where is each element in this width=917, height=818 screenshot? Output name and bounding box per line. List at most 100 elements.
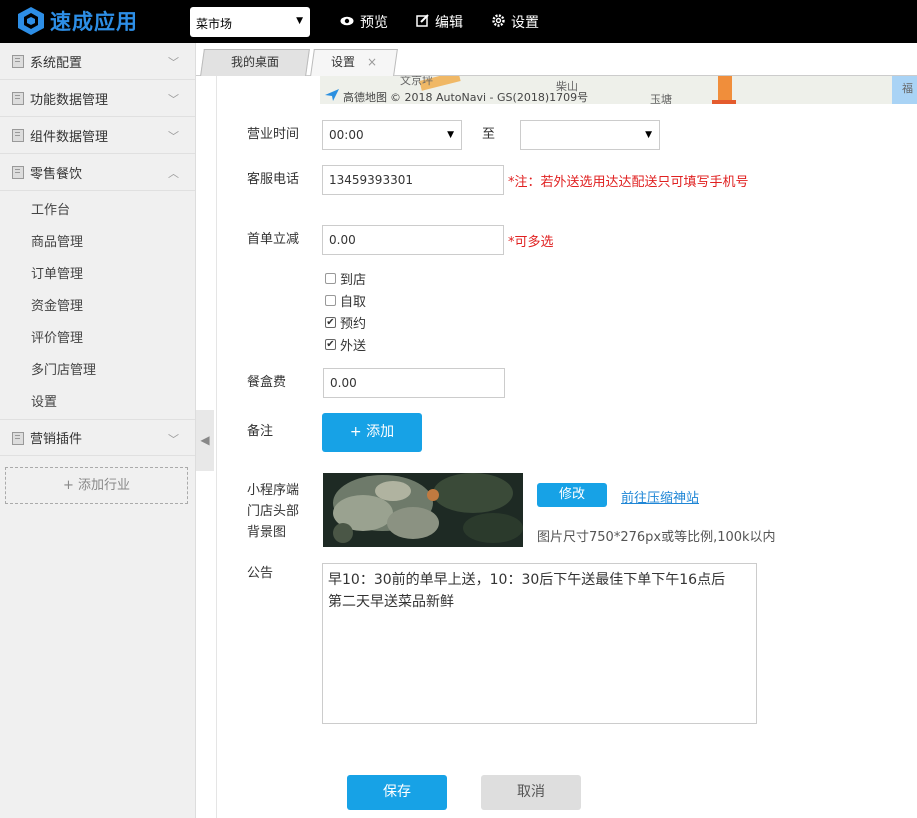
phone-input[interactable]: 13459393301	[322, 165, 504, 195]
checkbox[interactable]	[325, 273, 336, 284]
sidebar-group-retail-catering[interactable]: 零售餐饮 ︿	[0, 154, 195, 191]
background-label-line: 小程序端	[247, 483, 300, 498]
checkbox-checked[interactable]: ✔	[325, 317, 336, 328]
gear-icon	[492, 13, 505, 31]
add-remark-button[interactable]: + 添加	[322, 413, 422, 452]
store-select[interactable]: 菜市场 ▼	[190, 7, 310, 37]
option-dine-in[interactable]: 到店	[325, 269, 366, 288]
first-discount-value: 0.00	[329, 233, 356, 247]
store-select-value: 菜市场	[196, 17, 233, 31]
hours-end-select[interactable]: ▼	[520, 120, 660, 150]
module-icon	[12, 55, 24, 68]
module-icon	[12, 166, 24, 179]
notice-label: 公告	[247, 566, 274, 581]
hours-start-value: 00:00	[329, 128, 364, 142]
first-discount-input[interactable]: 0.00	[322, 225, 504, 255]
background-label: 小程序端 门店头部 背景图	[247, 480, 299, 543]
box-fee-value: 0.00	[330, 376, 357, 390]
sidebar-group-label: 营销插件	[30, 432, 83, 447]
map-label: 玉塘	[650, 93, 672, 104]
sidebar-group-label: 功能数据管理	[30, 92, 109, 108]
remark-label: 备注	[247, 424, 274, 439]
chevron-down-icon: ﹀	[168, 433, 179, 446]
dropdown-arrow-icon: ▼	[296, 16, 303, 26]
phone-value: 13459393301	[329, 173, 413, 187]
option-delivery[interactable]: ✔ 外送	[325, 335, 366, 354]
save-button[interactable]: 保存	[347, 775, 447, 810]
sidebar-item-workbench[interactable]: 工作台	[0, 195, 195, 227]
sidebar-item-funds[interactable]: 资金管理	[0, 291, 195, 323]
cancel-button[interactable]: 取消	[481, 775, 581, 810]
logo-text: 速成应用	[50, 10, 138, 34]
sidebar: 系统配置 ﹀ 功能数据管理 ﹀ 组件数据管理 ﹀ 零售餐饮 ︿ 工作台 商品管理…	[0, 43, 196, 818]
chevron-up-icon: ︿	[168, 167, 179, 180]
tab-label: 设置	[330, 55, 355, 69]
option-label: 预约	[340, 317, 367, 332]
map-credit: 高德地图 © 2018 AutoNavi - GS(2018)1709号	[324, 88, 588, 104]
box-fee-input[interactable]: 0.00	[323, 368, 505, 398]
edit-icon	[416, 13, 429, 31]
sidebar-collapse-handle[interactable]: ◀	[196, 410, 214, 471]
phone-note: *注：若外送选用达达配送只可填写手机号	[508, 175, 749, 190]
tab-settings[interactable]: 设置 ×	[310, 49, 398, 76]
chevron-down-icon: ﹀	[168, 130, 179, 143]
option-label: 自取	[340, 295, 367, 310]
sidebar-item-reviews[interactable]: 评价管理	[0, 323, 195, 355]
logo-mark-icon	[16, 6, 46, 36]
chevron-down-icon: ﹀	[168, 56, 179, 69]
checkbox-checked[interactable]: ✔	[325, 339, 336, 350]
sidebar-group-system-config[interactable]: 系统配置 ﹀	[0, 43, 195, 80]
sidebar-group-component-data[interactable]: 组件数据管理 ﹀	[0, 117, 195, 154]
tab-bar: 我的桌面 设置 ×	[196, 43, 917, 76]
map-copyright: © 2018 AutoNavi - GS(2018)1709号	[390, 90, 589, 104]
module-icon	[12, 92, 24, 105]
top-bar: 速成应用 菜市场 ▼ 预览 编辑 设置	[0, 0, 917, 43]
sidebar-group-function-data[interactable]: 功能数据管理 ﹀	[0, 80, 195, 117]
close-icon[interactable]: ×	[367, 50, 377, 75]
hours-label: 营业时间	[247, 127, 300, 142]
notice-textarea[interactable]: 早10：30前的单早上送，10：30后下午送最佳下单下午16点后 第二天早送菜品…	[322, 563, 757, 724]
hours-separator: 至	[482, 127, 496, 142]
option-label: 外送	[340, 339, 367, 354]
background-label-line: 门店头部	[247, 504, 300, 519]
sidebar-item-settings[interactable]: 设置	[0, 387, 195, 419]
map-label: 文京坪	[400, 76, 433, 87]
preview-button[interactable]: 预览	[340, 12, 388, 32]
tab-my-desktop[interactable]: 我的桌面	[200, 49, 310, 76]
modify-image-button[interactable]: 修改	[537, 483, 607, 507]
sidebar-item-products[interactable]: 商品管理	[0, 227, 195, 259]
map-road	[712, 100, 736, 104]
settings-button[interactable]: 设置	[492, 12, 539, 32]
first-discount-label: 首单立减	[247, 232, 300, 247]
app-logo[interactable]: 速成应用	[16, 6, 138, 36]
map-credit-name: 高德地图	[343, 90, 387, 104]
tab-label: 我的桌面	[230, 55, 279, 69]
box-fee-label: 餐盒费	[247, 375, 287, 390]
sidebar-group-label: 零售餐饮	[30, 166, 83, 182]
dropdown-arrow-icon: ▼	[645, 130, 652, 140]
module-icon	[12, 431, 24, 445]
checkbox[interactable]	[325, 295, 336, 306]
eye-icon	[340, 15, 354, 30]
sidebar-group-marketing[interactable]: 营销插件 ﹀	[0, 419, 195, 456]
option-reservation[interactable]: ✔ 预约	[325, 313, 366, 332]
dropdown-arrow-icon: ▼	[447, 130, 454, 140]
hours-start-select[interactable]: 00:00 ▼	[322, 120, 462, 150]
sidebar-group-label: 系统配置	[30, 55, 83, 71]
location-map[interactable]: 文京坪 柴山 玉塘 福 高德地图 © 2018 AutoNavi - GS(20…	[320, 76, 917, 104]
phone-label: 客服电话	[247, 172, 300, 187]
option-label: 到店	[340, 273, 367, 288]
option-pickup[interactable]: 自取	[325, 291, 366, 310]
chevron-down-icon: ﹀	[168, 93, 179, 106]
edit-button[interactable]: 编辑	[416, 12, 463, 32]
sidebar-group-label: 组件数据管理	[30, 129, 109, 145]
sidebar-item-orders[interactable]: 订单管理	[0, 259, 195, 291]
background-label-line: 背景图	[247, 525, 287, 540]
compress-site-link[interactable]: 前往压缩神站	[621, 487, 699, 506]
sidebar-item-multi-store[interactable]: 多门店管理	[0, 355, 195, 387]
multi-select-note: *可多选	[508, 235, 554, 250]
background-image-thumbnail	[323, 473, 523, 547]
module-icon	[12, 129, 24, 142]
image-size-hint: 图片尺寸750*276px或等比例,100k以内	[537, 530, 776, 545]
add-industry-button[interactable]: + 添加行业	[5, 467, 188, 504]
